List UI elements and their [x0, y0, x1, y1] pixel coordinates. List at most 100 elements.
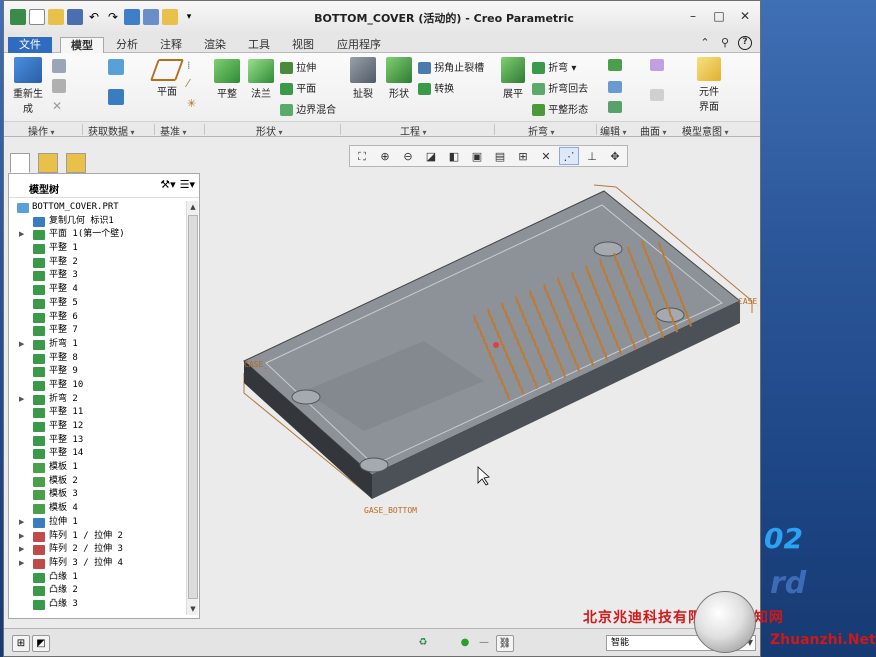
tree-item[interactable]: 平整 7: [9, 324, 185, 338]
model-tree-tab[interactable]: [10, 153, 30, 173]
extrude-button[interactable]: 拉伸: [280, 59, 316, 74]
tree-item[interactable]: 平整 14: [9, 447, 185, 461]
merge-icon[interactable]: [608, 81, 622, 93]
expand-arrow-icon[interactable]: ▶: [19, 393, 24, 407]
tab-render[interactable]: 渲染: [196, 37, 234, 53]
tab-model[interactable]: 模型: [60, 37, 104, 53]
mount-hole[interactable]: [291, 389, 321, 405]
scroll-thumb[interactable]: [188, 215, 198, 599]
tree-item[interactable]: 复制几何 标识1: [9, 215, 185, 229]
tab-view[interactable]: 视图: [284, 37, 322, 53]
thicken-icon[interactable]: [608, 101, 622, 113]
tree-item[interactable]: ▶ 阵列 2 / 拉伸 3: [9, 543, 185, 557]
help-icon[interactable]: ?: [738, 36, 752, 50]
tree-item[interactable]: 凸缘 3: [9, 598, 185, 612]
tree-item[interactable]: 平整 10: [9, 379, 185, 393]
group-model-intent[interactable]: 模型意图: [682, 123, 729, 138]
tree-item[interactable]: ▶ 阵列 3 / 拉伸 4: [9, 557, 185, 571]
tree-item[interactable]: ▶ 平面 1(第一个壁): [9, 228, 185, 242]
navigator-toggle-icon[interactable]: ⊞: [12, 635, 30, 652]
tree-item[interactable]: 模板 2: [9, 475, 185, 489]
customize-qa-icon[interactable]: ▾: [181, 9, 197, 25]
group-bends[interactable]: 折弯: [528, 123, 555, 138]
model-viewport[interactable]: CASE_ CASE_ GASE_BOTTOM: [202, 141, 758, 627]
tree-item[interactable]: ▶ 阵列 1 / 拉伸 2: [9, 530, 185, 544]
group-operations[interactable]: 操作: [28, 123, 55, 138]
tree-settings-icon[interactable]: ⚒▾: [160, 178, 175, 191]
regen-status-icon[interactable]: ♻: [414, 635, 432, 652]
group-get-data[interactable]: 获取数据: [88, 123, 135, 138]
tree-item[interactable]: 模板 4: [9, 502, 185, 516]
scroll-down-arrow[interactable]: ▼: [187, 603, 199, 615]
tree-item[interactable]: ▶ 拉伸 1: [9, 516, 185, 530]
csys-display-icon[interactable]: ⊥: [582, 147, 602, 165]
scroll-up-arrow[interactable]: ▲: [187, 201, 199, 213]
expand-arrow-icon[interactable]: ▶: [19, 516, 24, 530]
tree-item[interactable]: BOTTOM_COVER.PRT: [9, 201, 185, 215]
rip-button[interactable]: 扯裂: [346, 57, 380, 100]
repaint-icon[interactable]: ◪: [421, 147, 441, 165]
delete-icon[interactable]: ✕: [52, 99, 66, 113]
style-icon[interactable]: [650, 89, 664, 101]
fill-icon[interactable]: [650, 59, 664, 71]
flange-button[interactable]: 法兰: [244, 59, 278, 100]
group-editing[interactable]: 编辑: [600, 123, 627, 138]
mount-hole[interactable]: [359, 457, 389, 473]
corner-relief-button[interactable]: 拐角止裂槽: [418, 59, 484, 74]
favorites-tab[interactable]: [66, 153, 86, 173]
view-manager-icon[interactable]: ▤: [490, 147, 510, 165]
bend-back-button[interactable]: 折弯回去: [532, 80, 588, 95]
save-icon[interactable]: [67, 9, 83, 25]
plane-button[interactable]: 平面: [149, 59, 185, 98]
expand-arrow-icon[interactable]: ▶: [19, 338, 24, 352]
group-engineering[interactable]: 工程: [400, 123, 427, 138]
tree-item[interactable]: 平整 9: [9, 365, 185, 379]
search-icon[interactable]: ⚲: [718, 36, 732, 50]
tree-item[interactable]: 模板 1: [9, 461, 185, 475]
expand-arrow-icon[interactable]: ▶: [19, 557, 24, 571]
tree-item[interactable]: 平整 3: [9, 269, 185, 283]
model-tree-scrollbar[interactable]: ▲ ▼: [186, 201, 198, 615]
tree-item[interactable]: 凸缘 2: [9, 584, 185, 598]
tree-item[interactable]: 平整 5: [9, 297, 185, 311]
minimize-button[interactable]: –: [684, 7, 702, 25]
copy-icon[interactable]: [52, 59, 66, 73]
tab-file[interactable]: 文件: [8, 37, 52, 53]
paste-icon[interactable]: [52, 79, 66, 93]
perspective-icon[interactable]: ⊞: [513, 147, 533, 165]
unbend-button[interactable]: 展平: [498, 57, 528, 100]
expand-arrow-icon[interactable]: ▶: [19, 543, 24, 557]
component-interface-button[interactable]: 元件 界面: [692, 57, 726, 113]
user-defined-feature-icon[interactable]: [108, 59, 124, 75]
find-icon[interactable]: ⛓: [496, 635, 514, 652]
tree-item[interactable]: 平整 4: [9, 283, 185, 297]
axis-icon[interactable]: ⁞: [187, 59, 199, 72]
mount-hole[interactable]: [593, 241, 623, 257]
tab-applications[interactable]: 应用程序: [328, 37, 390, 53]
regenerate-icon[interactable]: [124, 9, 140, 25]
browser-toggle-icon[interactable]: ◩: [32, 635, 50, 652]
tree-item[interactable]: 凸缘 1: [9, 571, 185, 585]
csys-icon[interactable]: ✳: [187, 97, 199, 110]
tree-item[interactable]: 平整 13: [9, 434, 185, 448]
tree-item[interactable]: 平整 11: [9, 406, 185, 420]
saved-views-icon[interactable]: ▣: [467, 147, 487, 165]
maximize-button[interactable]: □: [710, 7, 728, 25]
bend-button[interactable]: 折弯 ▾: [532, 59, 576, 74]
windows-icon[interactable]: [143, 9, 159, 25]
expand-arrow-icon[interactable]: ▶: [19, 530, 24, 544]
point-icon[interactable]: ⁄: [187, 77, 199, 90]
flat-button[interactable]: 平面: [280, 80, 316, 95]
mirror-icon[interactable]: [608, 59, 622, 71]
tree-item[interactable]: 平整 8: [9, 352, 185, 366]
redo-icon[interactable]: ↷: [105, 9, 121, 25]
tab-tools[interactable]: 工具: [240, 37, 278, 53]
collapse-ribbon-icon[interactable]: ⌃: [698, 36, 712, 50]
tree-item[interactable]: 平整 1: [9, 242, 185, 256]
close-button[interactable]: ✕: [736, 7, 754, 25]
flat-pattern-button[interactable]: 平整形态: [532, 101, 588, 116]
tree-item[interactable]: ▶ 折弯 2: [9, 393, 185, 407]
datum-points-icon[interactable]: ⋰: [559, 147, 579, 165]
open-folder-icon[interactable]: [48, 9, 64, 25]
copy-geometry-icon[interactable]: [108, 89, 124, 105]
